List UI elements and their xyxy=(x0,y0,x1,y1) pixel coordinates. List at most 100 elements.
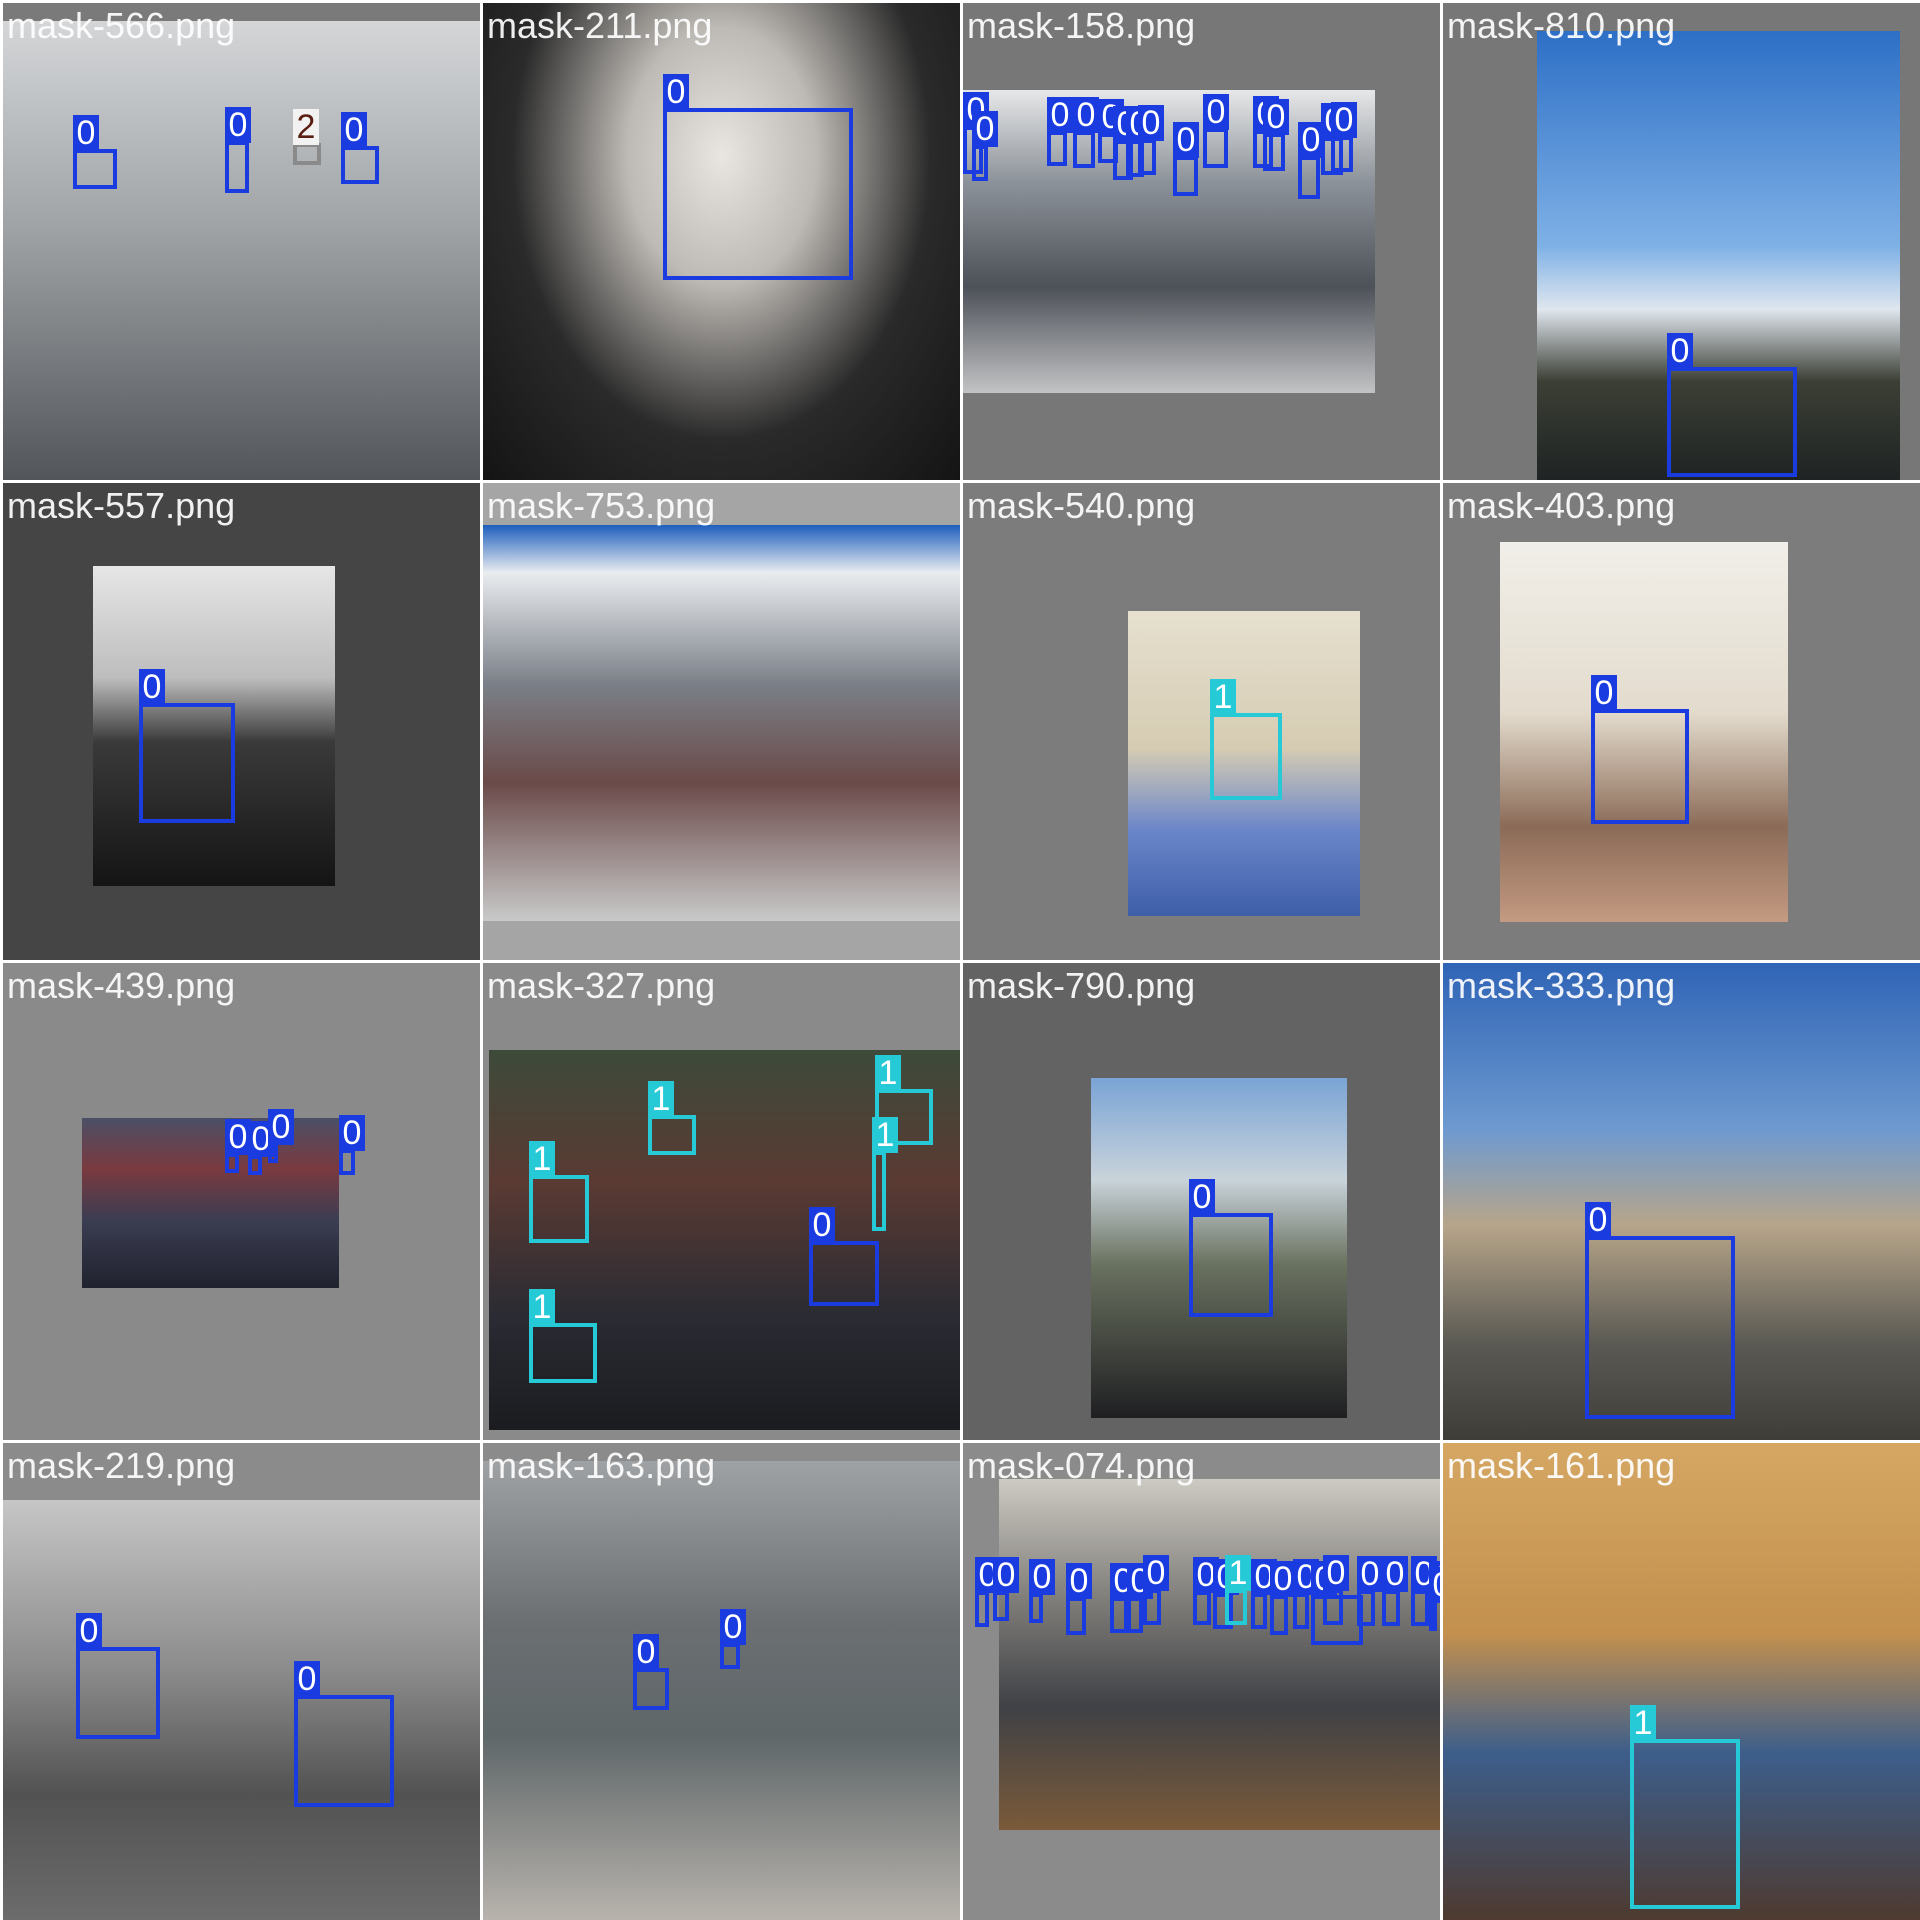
detection-box: 0 xyxy=(1293,1559,1319,1629)
class-label: 0 xyxy=(1323,1555,1349,1591)
image-tile-6: mask-753.png00010000000000 xyxy=(483,483,960,960)
detection-box: 0 xyxy=(809,1207,879,1306)
detection-box: 0 xyxy=(1143,1555,1169,1625)
detection-box: 0 xyxy=(663,74,853,280)
detection-box: 1 xyxy=(529,1289,597,1383)
tile-filename: mask-810.png xyxy=(1447,5,1676,46)
class-label: 0 xyxy=(1263,99,1289,135)
detection-box: 0 xyxy=(633,1634,669,1710)
detection-box: 1 xyxy=(872,1117,898,1231)
detection-box: 0 xyxy=(1173,122,1199,196)
photo xyxy=(483,1461,960,1920)
class-label: 0 xyxy=(1429,1567,1440,1603)
class-label: 0 xyxy=(720,1609,746,1645)
image-tile-1: mask-566.png 0 0 2 0 xyxy=(3,3,480,480)
class-label: 0 xyxy=(225,107,251,143)
class-label: 0 xyxy=(1667,333,1693,369)
detection-box: 0 xyxy=(1127,1563,1153,1633)
image-tile-12: mask-333.png 0 xyxy=(1443,963,1920,1440)
detection-box: 0 xyxy=(1029,1559,1055,1623)
detection-box: 0 xyxy=(1066,1563,1092,1635)
tile-filename: mask-557.png xyxy=(7,485,236,526)
tile-filename: mask-158.png xyxy=(967,5,1196,46)
image-tile-14: mask-163.png 0 0 xyxy=(483,1443,960,1920)
class-label: 0 xyxy=(1143,1555,1169,1591)
detection-box: 0 xyxy=(1189,1179,1273,1317)
detection-box: 0 xyxy=(1203,94,1229,168)
class-label: 1 xyxy=(872,1117,898,1153)
class-label: 0 xyxy=(633,1634,659,1670)
class-label: 1 xyxy=(1210,679,1236,715)
image-tile-15: mask-074.png000000000100000000000 xyxy=(963,1443,1440,1920)
detection-box: 0 xyxy=(248,1121,274,1175)
detection-box: 0 xyxy=(341,112,379,184)
detection-box: 0 xyxy=(1585,1202,1735,1419)
detection-box: 1 xyxy=(529,1141,589,1243)
tile-filename: mask-790.png xyxy=(967,965,1196,1006)
class-label: 0 xyxy=(1047,97,1073,133)
detection-box: 0 xyxy=(1270,1561,1296,1635)
class-label: 0 xyxy=(1203,94,1229,130)
photo xyxy=(999,1479,1440,1830)
image-tile-8: mask-403.png 0 xyxy=(1443,483,1920,960)
class-label: 0 xyxy=(339,1115,365,1151)
class-label: 1 xyxy=(648,1081,674,1117)
detection-box: 0 xyxy=(1591,675,1689,824)
class-label: 1 xyxy=(1225,1555,1251,1591)
class-label: 0 xyxy=(972,111,998,147)
tile-filename: mask-211.png xyxy=(487,5,713,46)
detection-box: 0 xyxy=(294,1661,394,1807)
class-label: 1 xyxy=(529,1141,555,1177)
photo xyxy=(82,1118,339,1288)
image-tile-16: mask-161.png 1 xyxy=(1443,1443,1920,1920)
photo xyxy=(3,21,480,480)
tile-filename: mask-163.png xyxy=(487,1445,716,1486)
detection-box: 0 xyxy=(1138,105,1164,175)
photo xyxy=(3,1500,480,1920)
detection-box: 0 xyxy=(1047,97,1073,166)
class-label: 0 xyxy=(809,1207,835,1243)
tile-filename: mask-566.png xyxy=(7,5,236,46)
detection-box: 0 xyxy=(1323,1555,1349,1625)
class-label: 0 xyxy=(1331,102,1357,138)
class-label: 0 xyxy=(993,1557,1019,1593)
class-label: 0 xyxy=(663,74,689,110)
detection-box: 0 xyxy=(1251,1559,1277,1629)
tile-filename: mask-439.png xyxy=(7,965,236,1006)
detection-box: 0 xyxy=(972,111,998,181)
detection-box: 0 xyxy=(1411,1556,1437,1626)
image-tile-10: mask-327.png 1 1 1 1 0 1 xyxy=(483,963,960,1440)
detection-box: 0 xyxy=(1110,1563,1136,1633)
class-label: 0 xyxy=(1585,1202,1611,1238)
detection-box: 0 xyxy=(225,1119,251,1173)
detection-box: 0 xyxy=(76,1613,160,1739)
detection-box: 0 xyxy=(73,115,117,189)
tile-filename: mask-540.png xyxy=(967,485,1196,526)
tile-filename: mask-219.png xyxy=(7,1445,236,1486)
class-label: 0 xyxy=(139,669,165,705)
detection-box: 0 xyxy=(720,1609,746,1669)
detection-box: 1 xyxy=(1630,1705,1740,1909)
class-label: 1 xyxy=(1630,1705,1656,1741)
class-label: 0 xyxy=(1029,1559,1055,1595)
tile-filename: mask-074.png xyxy=(967,1445,1196,1486)
image-tile-3: mask-158.png000000000000000 xyxy=(963,3,1440,480)
photo xyxy=(483,525,960,921)
class-label: 0 xyxy=(1382,1556,1408,1592)
class-label: 0 xyxy=(1073,97,1099,133)
image-tile-13: mask-219.png 0 0 xyxy=(3,1443,480,1920)
image-tile-4: mask-810.png 0 xyxy=(1443,3,1920,480)
tile-filename: mask-161.png xyxy=(1447,1445,1676,1486)
class-label: 0 xyxy=(76,1613,102,1649)
detection-box: 0 xyxy=(1667,333,1797,477)
class-label: 0 xyxy=(73,115,99,151)
detection-box: 1 xyxy=(1225,1555,1251,1625)
detection-box: 0 xyxy=(268,1109,294,1163)
tile-filename: mask-333.png xyxy=(1447,965,1676,1006)
detection-box: 0 xyxy=(975,1557,1001,1627)
tile-filename: mask-753.png xyxy=(487,485,716,526)
detection-box: 0 xyxy=(1357,1556,1383,1626)
class-label: 0 xyxy=(341,112,367,148)
class-label: 0 xyxy=(268,1109,294,1145)
tile-filename: mask-327.png xyxy=(487,965,716,1006)
